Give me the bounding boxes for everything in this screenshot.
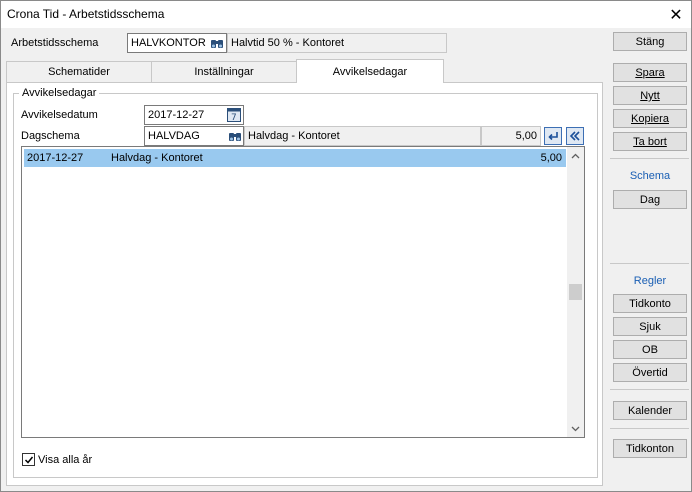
visa-alla-checkbox[interactable] bbox=[22, 453, 35, 466]
dagschema-desc-field: Halvdag - Kontoret bbox=[244, 126, 481, 146]
kalender-label: Kalender bbox=[627, 405, 673, 417]
dagschema-hours-field: 5,00 bbox=[481, 126, 541, 146]
sidebar-divider bbox=[610, 263, 689, 264]
stang-button[interactable]: Stäng bbox=[613, 32, 687, 51]
tab-installningar[interactable]: Inställningar bbox=[151, 61, 297, 83]
title-bar: Crona Tid - Arbetstidsschema ✕ bbox=[1, 1, 691, 28]
ta-bort-button[interactable]: Ta bort bbox=[613, 132, 687, 151]
stang-label: Stäng bbox=[635, 36, 665, 48]
visa-alla-label: Visa alla år bbox=[38, 454, 93, 466]
binoculars-icon[interactable] bbox=[227, 128, 243, 144]
tab-label: Avvikelsedagar bbox=[332, 66, 408, 78]
window-title: Crona Tid - Arbetstidsschema bbox=[7, 7, 165, 21]
overtid-button[interactable]: Övertid bbox=[613, 363, 687, 382]
overtid-label: Övertid bbox=[632, 367, 668, 379]
dagschema-hours-value: 5,00 bbox=[515, 130, 537, 142]
collapse-left-icon[interactable] bbox=[566, 127, 584, 145]
scroll-down-icon[interactable] bbox=[567, 420, 584, 437]
row-desc: Halvdag - Kontoret bbox=[111, 152, 203, 164]
schema-label: Arbetstidsschema bbox=[11, 37, 99, 49]
schema-heading: Schema bbox=[629, 170, 671, 182]
sidebar-divider bbox=[610, 428, 689, 429]
tidkonton-label: Tidkonton bbox=[626, 443, 674, 455]
kopiera-button[interactable]: Kopiera bbox=[613, 109, 687, 128]
tab-schematider[interactable]: Schematider bbox=[6, 61, 152, 83]
app-window: Crona Tid - Arbetstidsschema ✕ Arbetstid… bbox=[0, 0, 692, 492]
tab-label: Schematider bbox=[48, 66, 110, 78]
checkmark-icon bbox=[24, 456, 33, 464]
sjuk-button[interactable]: Sjuk bbox=[613, 317, 687, 336]
list-scrollbar[interactable] bbox=[567, 147, 584, 437]
row-date: 2017-12-27 bbox=[27, 152, 84, 164]
group-title: Avvikelsedagar bbox=[19, 87, 100, 99]
avvikelse-list: 2017-12-27 Halvdag - Kontoret 5,00 bbox=[21, 146, 585, 438]
dag-label: Dag bbox=[639, 194, 661, 206]
schema-desc-field: Halvtid 50 % - Kontoret bbox=[227, 33, 447, 53]
schema-code-value: HALVKONTOR bbox=[131, 37, 206, 49]
tidkonto-label: Tidkonto bbox=[629, 298, 671, 310]
date-value: 2017-12-27 bbox=[148, 109, 205, 121]
sjuk-label: Sjuk bbox=[639, 321, 661, 333]
list-item[interactable]: 2017-12-27 Halvdag - Kontoret 5,00 bbox=[24, 149, 566, 167]
tidkonton-button[interactable]: Tidkonton bbox=[613, 439, 687, 458]
spara-button[interactable]: Spara bbox=[613, 63, 687, 82]
ob-button[interactable]: OB bbox=[613, 340, 687, 359]
ob-label: OB bbox=[642, 344, 658, 356]
sidebar-divider bbox=[610, 158, 689, 159]
sidebar-divider bbox=[610, 389, 689, 390]
regler-heading: Regler bbox=[633, 275, 667, 287]
close-icon: ✕ bbox=[669, 6, 683, 24]
dagschema-code-value: HALVDAG bbox=[148, 130, 200, 142]
tab-label: Inställningar bbox=[194, 66, 254, 78]
dagschema-desc-value: Halvdag - Kontoret bbox=[248, 130, 340, 142]
tidkonto-button[interactable]: Tidkonto bbox=[613, 294, 687, 313]
svg-text:7: 7 bbox=[231, 113, 237, 122]
kalender-button[interactable]: Kalender bbox=[613, 401, 687, 420]
insert-arrow-icon[interactable] bbox=[544, 127, 562, 145]
binoculars-icon[interactable] bbox=[209, 35, 225, 51]
nytt-label: Nytt bbox=[640, 90, 660, 102]
dag-button[interactable]: Dag bbox=[613, 190, 687, 209]
kopiera-label: Kopiera bbox=[631, 113, 669, 125]
dagschema-label: Dagschema bbox=[21, 130, 80, 142]
scroll-up-icon[interactable] bbox=[567, 147, 584, 164]
close-button[interactable]: ✕ bbox=[661, 1, 691, 28]
nytt-button[interactable]: Nytt bbox=[613, 86, 687, 105]
spara-label: Spara bbox=[635, 67, 665, 79]
row-hours: 5,00 bbox=[540, 152, 562, 164]
calendar-icon[interactable]: 7 bbox=[226, 107, 242, 123]
schema-desc-value: Halvtid 50 % - Kontoret bbox=[231, 37, 345, 49]
date-label: Avvikelsedatum bbox=[21, 109, 98, 121]
scroll-thumb[interactable] bbox=[569, 284, 582, 300]
ta-bort-label: Ta bort bbox=[633, 136, 667, 148]
tab-avvikelsedagar[interactable]: Avvikelsedagar bbox=[296, 59, 444, 83]
